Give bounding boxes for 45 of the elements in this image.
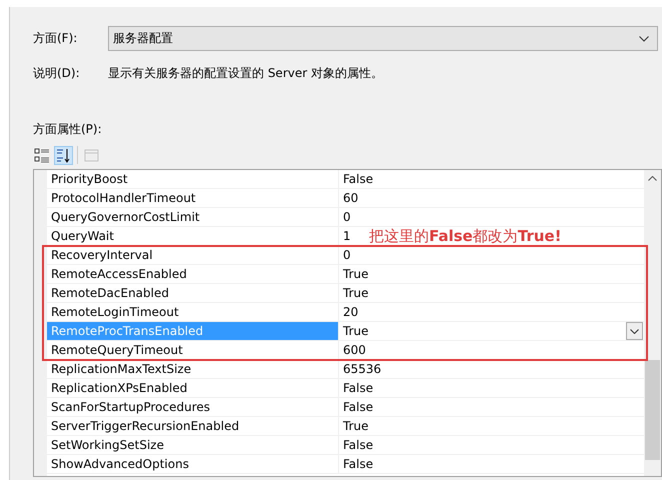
property-name[interactable]: ProtocolHandlerTimeout [47, 189, 339, 207]
property-value[interactable]: True [343, 322, 368, 340]
scroll-up-icon[interactable] [648, 176, 657, 181]
property-name[interactable]: ServerTriggerRecursionEnabled [47, 417, 339, 435]
property-value[interactable]: 20 [343, 303, 358, 321]
property-value[interactable]: True [343, 265, 368, 283]
scroll-thumb[interactable] [645, 360, 660, 460]
property-value[interactable]: False [343, 436, 374, 454]
property-value[interactable]: True [343, 417, 368, 435]
property-name[interactable]: QueryWait [47, 227, 339, 245]
property-value[interactable]: 600 [343, 341, 366, 359]
property-name[interactable]: PriorityBoost [47, 170, 339, 188]
property-value[interactable]: False [343, 455, 374, 473]
property-value[interactable]: 1 [343, 227, 351, 245]
property-name[interactable]: QueryGovernorCostLimit [47, 208, 339, 226]
facet-dropdown[interactable]: 服务器配置 [108, 26, 658, 51]
property-name[interactable]: ScanForStartupProcedures [47, 398, 339, 416]
property-name[interactable]: RecoveryInterval [47, 246, 339, 264]
property-value[interactable]: 0 [343, 208, 351, 226]
property-value[interactable]: 0 [343, 246, 351, 264]
property-value[interactable]: 60 [343, 189, 358, 207]
categorized-list-icon[interactable] [33, 146, 52, 164]
property-name[interactable]: RemoteLoginTimeout [47, 303, 339, 321]
property-value[interactable]: False [343, 379, 374, 397]
description-label: 说明(D): [33, 65, 81, 82]
property-name[interactable]: RemoteAccessEnabled [47, 265, 339, 283]
scrollbar[interactable] [644, 170, 661, 476]
sort-icon[interactable] [54, 146, 73, 164]
property-name[interactable]: ShowAdvancedOptions [47, 455, 339, 473]
chevron-down-icon [639, 36, 649, 42]
annotation-text: 把这里的False都改为True! [369, 228, 562, 245]
property-name[interactable]: RemoteDacEnabled [47, 284, 339, 302]
facet-label: 方面(F): [33, 30, 78, 47]
property-value[interactable]: False [343, 398, 374, 416]
description-text: 显示有关服务器的配置设置的 Server 对象的属性。 [108, 65, 383, 82]
property-value[interactable]: True [343, 284, 368, 302]
properties-label: 方面属性(P): [33, 121, 103, 138]
property-value[interactable]: False [343, 170, 374, 188]
property-name[interactable]: SetWorkingSetSize [47, 436, 339, 454]
property-name[interactable]: RemoteQueryTimeout [47, 341, 339, 359]
property-name[interactable]: ReplicationMaxTextSize [47, 360, 339, 378]
property-value[interactable]: 65536 [343, 360, 382, 378]
property-name[interactable]: ReplicationXPsEnabled [47, 379, 339, 397]
chevron-down-icon [630, 328, 639, 334]
dropdown-button[interactable] [626, 322, 643, 340]
